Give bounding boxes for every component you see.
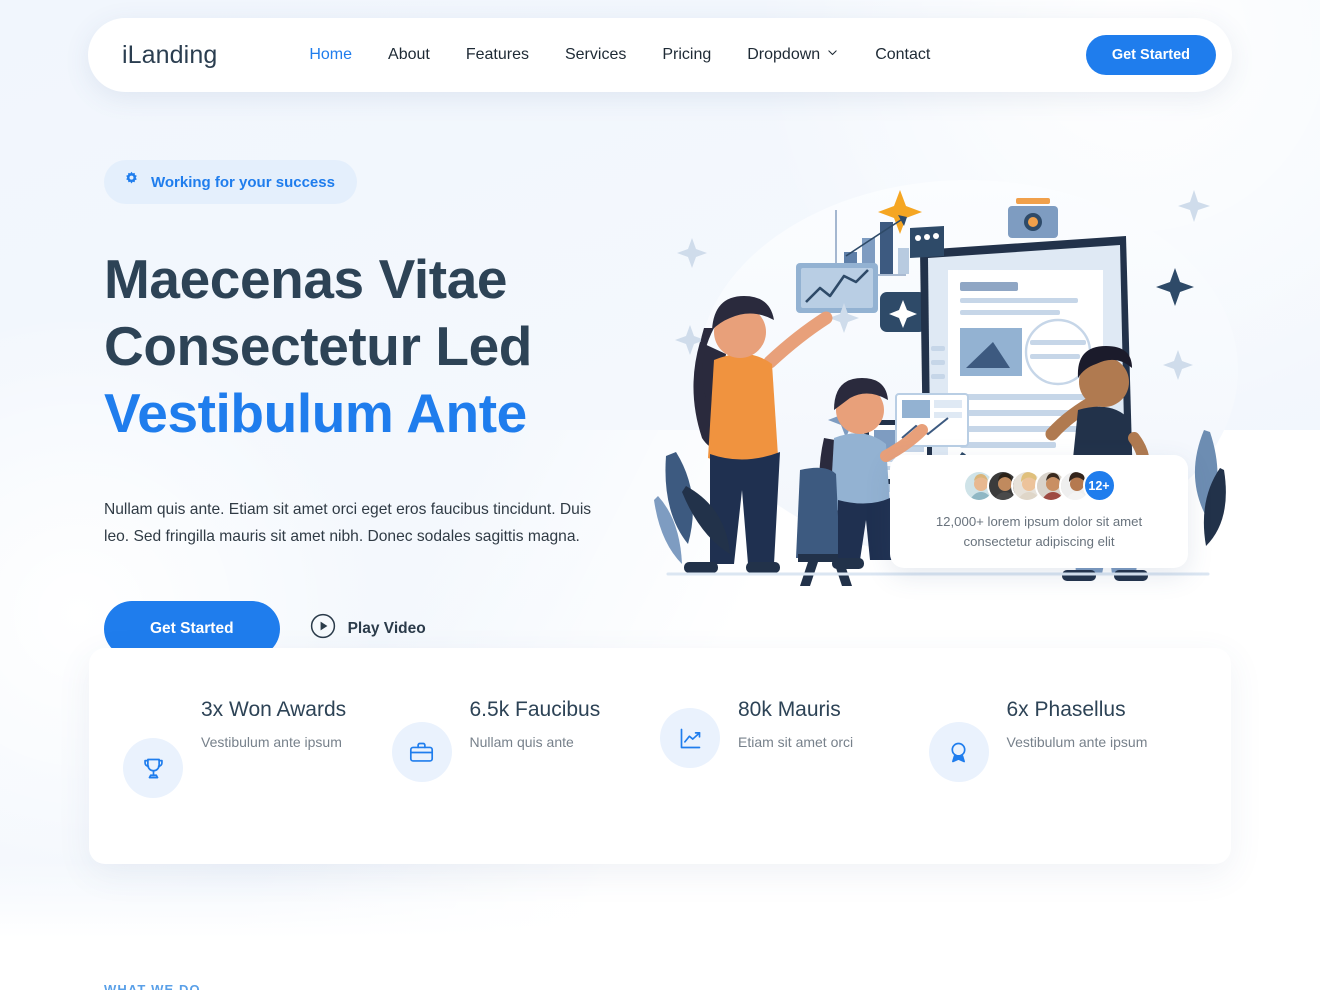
nav-item-dropdown-label: Dropdown	[747, 46, 821, 63]
stat-item: 80k Mauris Etiam sit amet orci	[660, 696, 929, 864]
hero-title-line-2: Consectetur Led	[104, 315, 532, 378]
nav-item-home[interactable]: Home	[309, 46, 352, 64]
hero-subtitle: Nullam quis ante. Etiam sit amet orci eg…	[104, 501, 592, 546]
stat-body: 6x Phasellus Vestibulum ante ipsum	[1007, 696, 1148, 753]
hero-title-line-1: Maecenas Vitae	[104, 248, 508, 310]
stat-value: 3x Won Awards	[201, 698, 347, 721]
main-navigation: Home About Features Services Pricing Dro…	[309, 46, 930, 64]
play-video-button[interactable]: Play Video	[310, 613, 426, 644]
gear-icon	[122, 170, 141, 194]
stats-card: 3x Won Awards Vestibulum ante ipsum 6.5k…	[89, 648, 1231, 864]
testimonial-text: 12,000+ lorem ipsum dolor sit amet conse…	[935, 514, 1143, 550]
stat-value: 80k Mauris	[738, 698, 841, 721]
award-medal-icon	[928, 722, 989, 782]
trophy-icon	[123, 738, 183, 798]
stat-item: 6x Phasellus Vestibulum ante ipsum	[928, 696, 1198, 864]
hero-badge-label: Working for your success	[151, 173, 335, 191]
play-video-label: Play Video	[347, 619, 426, 637]
stat-description: Etiam sit amet orci	[738, 733, 854, 750]
hero-content: Working for your success Maecenas Vitae …	[104, 160, 664, 657]
avatar-overflow-badge: 12+	[1082, 469, 1116, 502]
header-get-started-button[interactable]: Get Started	[1085, 35, 1216, 75]
nav-item-pricing[interactable]: Pricing	[662, 46, 711, 64]
chart-line-icon	[660, 708, 720, 768]
nav-item-features[interactable]: Features	[466, 46, 529, 64]
stat-value: 6x Phasellus	[1006, 698, 1126, 721]
stat-description: Nullam quis ante	[469, 733, 574, 750]
avatar-group: 12+	[910, 469, 1168, 502]
logo[interactable]: iLanding	[122, 41, 217, 70]
nav-item-dropdown[interactable]: Dropdown	[747, 46, 839, 64]
stat-body: 80k Mauris Etiam sit amet orci	[738, 696, 853, 753]
hero-badge: Working for your success	[104, 160, 357, 204]
testimonial-card: 12+ 12,000+ lorem ipsum dolor sit amet c…	[890, 455, 1188, 568]
stat-item: 6.5k Faucibus Nullam quis ante	[391, 696, 661, 864]
hero-title: Maecenas Vitae Consectetur Led Vestibulu…	[104, 246, 664, 447]
briefcase-icon	[391, 722, 452, 782]
play-circle-icon	[310, 613, 336, 644]
nav-item-contact[interactable]: Contact	[875, 46, 930, 64]
next-section-label: WHAT WE DO	[104, 982, 201, 990]
site-header: iLanding Home About Features Services Pr…	[88, 18, 1232, 92]
stat-description: Vestibulum ante ipsum	[201, 733, 342, 750]
stat-body: 6.5k Faucibus Nullam quis ante	[470, 696, 601, 753]
chevron-down-icon	[826, 46, 839, 64]
stat-item: 3x Won Awards Vestibulum ante ipsum	[123, 696, 392, 864]
hero-title-line-3: Vestibulum Ante	[104, 382, 527, 445]
stat-description: Vestibulum ante ipsum	[1006, 733, 1148, 750]
stat-value: 6.5k Faucibus	[469, 698, 601, 721]
stat-body: 3x Won Awards Vestibulum ante ipsum	[201, 696, 346, 753]
landing-page: iLanding Home About Features Services Pr…	[0, 0, 1320, 990]
nav-item-services[interactable]: Services	[565, 46, 626, 64]
nav-item-about[interactable]: About	[388, 46, 430, 64]
background-wedge-bottom	[0, 860, 1320, 990]
